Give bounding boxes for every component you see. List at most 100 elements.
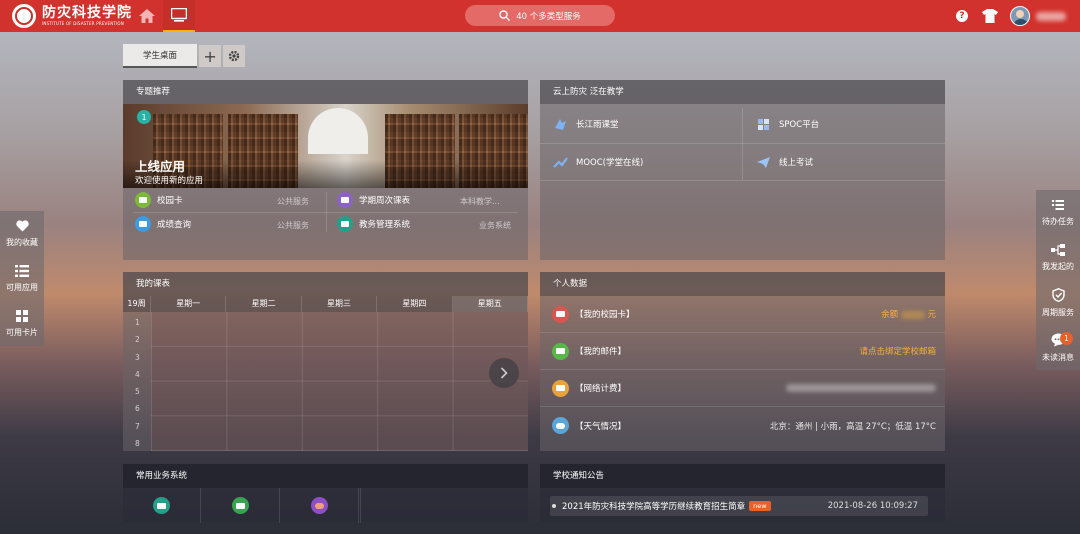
notices-panel: 学校通知公告 2021年防灾科技学院高等学历继续教育招生简章 new 2021-… <box>540 464 945 522</box>
personal-row-weather[interactable]: 【天气情况】 北京：通州 | 小雨，高温 27°C；低温 17°C <box>540 407 945 444</box>
finance-system-icon <box>232 497 249 514</box>
shield-check-icon <box>1051 287 1065 302</box>
library-system-icon <box>311 497 328 514</box>
day-header: 星期二 <box>226 296 302 312</box>
banner-index-badge[interactable]: 1 <box>137 110 151 124</box>
period-number: 7 <box>135 422 140 431</box>
available-apps-button[interactable]: 可用应用 <box>0 256 44 301</box>
task-list-icon <box>1052 199 1064 210</box>
personal-row-label: 【我的校园卡】 <box>575 310 635 320</box>
business-separator <box>360 488 361 523</box>
notice-date: 2021-08-26 10:09:27 <box>827 501 918 511</box>
banner-subtitle: 欢迎使用新的应用 <box>135 176 204 186</box>
business-systems-panel: 常用业务系统 <box>123 464 528 523</box>
unread-messages-button[interactable]: 未读消息 1 <box>1036 325 1080 370</box>
school-name: 防灾科技学院 <box>42 5 132 21</box>
personal-row-label: 【我的邮件】 <box>575 347 627 357</box>
business-system-item[interactable] <box>202 488 280 523</box>
featured-panel: 专题推荐 1 上线应用 欢迎使用新的应用 校园卡 公共服务 学期周次课表 本科教… <box>123 80 528 260</box>
period-number: 1 <box>135 318 140 327</box>
school-logo[interactable]: 防灾科技学院 INSTITUTE OF DISASTER PREVENTION <box>12 0 132 32</box>
top-bar: 防灾科技学院 INSTITUTE OF DISASTER PREVENTION … <box>0 0 1080 32</box>
cloud-item-label: SPOC平台 <box>779 120 820 130</box>
featured-banner[interactable]: 1 上线应用 欢迎使用新的应用 <box>123 104 528 188</box>
skin-icon[interactable] <box>982 9 998 23</box>
schedule-grid[interactable] <box>151 312 528 451</box>
settings-button[interactable] <box>223 45 246 67</box>
cloud-item-spoc[interactable]: SPOC平台 <box>756 106 819 142</box>
app-course-schedule[interactable]: 学期周次课表 <box>337 188 410 212</box>
search-icon <box>499 10 511 21</box>
periodic-service-button[interactable]: 周期服务 <box>1036 280 1080 325</box>
initiated-button[interactable]: 我发起的 <box>1036 235 1080 280</box>
exam-icon <box>757 156 770 168</box>
right-dock: 待办任务 我发起的 周期服务 未读消息 1 <box>1036 190 1080 370</box>
dock-label: 待办任务 <box>1042 216 1074 226</box>
business-system-item[interactable] <box>281 488 359 523</box>
dock-label: 可用卡片 <box>6 327 38 337</box>
dock-label: 我的收藏 <box>6 237 38 247</box>
campus-card-icon <box>552 305 569 323</box>
campus-card-icon <box>135 192 151 208</box>
app-tag: 公共服务 <box>277 197 309 206</box>
cloud-item-label: MOOC(学堂在线) <box>576 158 644 168</box>
bind-mail-link[interactable]: 请点击绑定学校邮箱 <box>859 345 936 357</box>
flow-icon <box>1051 243 1065 256</box>
cloud-title: 云上防灾 泛在教学 <box>540 80 945 104</box>
app-grade-query[interactable]: 成绩查询 <box>135 212 191 236</box>
unread-count-badge: 1 <box>1060 332 1073 345</box>
notice-item[interactable]: 2021年防灾科技学院高等学历继续教育招生简章 new 2021-08-26 1… <box>550 496 928 516</box>
favorites-button[interactable]: 我的收藏 <box>0 211 44 256</box>
app-academic-system[interactable]: 教务管理系统 <box>337 212 410 236</box>
rain-classroom-icon <box>555 118 566 130</box>
mooc-icon <box>553 156 568 168</box>
week-label[interactable]: 19周 <box>123 296 151 312</box>
avatar[interactable] <box>1010 6 1030 26</box>
banner-title: 上线应用 <box>135 159 186 174</box>
next-week-button[interactable] <box>489 358 519 388</box>
weather-icon <box>552 417 569 434</box>
service-search[interactable]: 40 个多类型服务 <box>465 5 615 26</box>
cloud-item-yuketang[interactable]: 长江雨课堂 <box>553 106 619 142</box>
chevron-right-icon <box>500 367 508 379</box>
personal-data-panel: 个人数据 【我的校园卡】 余额 元 【我的邮件】 请点击绑定学校邮箱 【网络计费… <box>540 272 945 451</box>
grades-icon <box>135 216 151 232</box>
period-number: 6 <box>135 404 140 413</box>
personal-row-campus-card[interactable]: 【我的校园卡】 余额 元 <box>540 296 945 333</box>
home-button[interactable] <box>134 0 160 32</box>
available-cards-button[interactable]: 可用卡片 <box>0 301 44 346</box>
weather-value: 北京：通州 | 小雨，高温 27°C；低温 17°C <box>769 421 936 432</box>
schedule-header: 19周 星期一 星期二 星期三 星期四 星期五 <box>123 296 528 312</box>
gear-icon <box>228 50 240 62</box>
app-campus-card[interactable]: 校园卡 <box>135 188 183 212</box>
card-balance: 余额 元 <box>881 310 936 320</box>
business-system-item[interactable] <box>123 488 201 523</box>
desktop-button[interactable] <box>163 0 195 32</box>
user-name[interactable] <box>1036 11 1066 21</box>
schedule-icon <box>337 192 353 208</box>
personal-row-network-billing[interactable]: 【网络计费】 <box>540 370 945 407</box>
app-name: 学期周次课表 <box>359 196 411 206</box>
help-icon[interactable]: ? <box>956 10 968 22</box>
dock-label: 可用应用 <box>6 282 38 292</box>
app-name: 成绩查询 <box>157 220 192 230</box>
mail-icon <box>552 342 569 360</box>
personal-row-mail[interactable]: 【我的邮件】 请点击绑定学校邮箱 <box>540 333 945 370</box>
business-title: 常用业务系统 <box>123 464 528 488</box>
dock-label: 未读消息 <box>1042 352 1074 362</box>
notices-title: 学校通知公告 <box>540 464 945 488</box>
home-icon <box>139 9 155 23</box>
period-number: 8 <box>135 439 140 448</box>
academic-system-icon <box>337 216 353 232</box>
period-number: 5 <box>135 387 140 396</box>
cloud-item-mooc[interactable]: MOOC(学堂在线) <box>553 144 643 180</box>
day-header: 星期五 <box>452 296 528 312</box>
network-billing-value <box>786 383 936 393</box>
personal-row-label: 【网络计费】 <box>575 384 627 394</box>
cloud-item-label: 线上考试 <box>779 158 814 168</box>
add-tab-button[interactable]: + <box>199 45 222 67</box>
grid-icon <box>16 309 28 322</box>
cloud-item-online-exam[interactable]: 线上考试 <box>756 144 813 180</box>
todo-tasks-button[interactable]: 待办任务 <box>1036 190 1080 235</box>
tab-student-desktop[interactable]: 学生桌面 <box>123 44 198 68</box>
